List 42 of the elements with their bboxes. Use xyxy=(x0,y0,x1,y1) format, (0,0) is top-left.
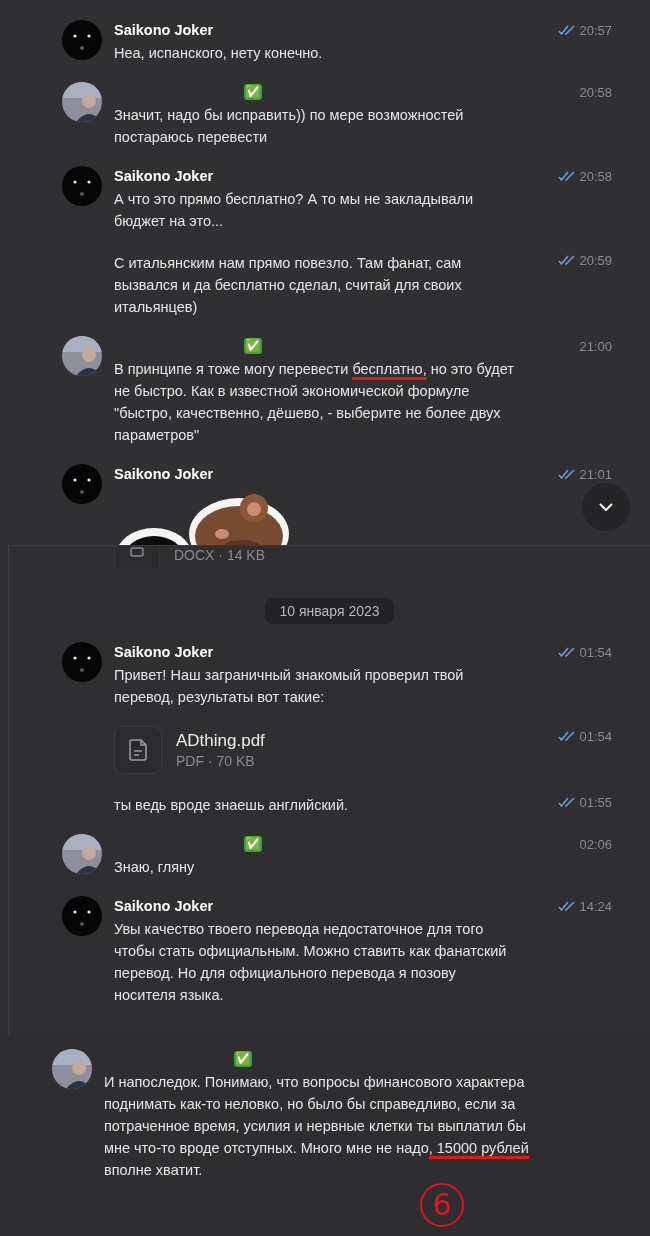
avatar[interactable] xyxy=(62,82,102,122)
verified-badge: ✅ xyxy=(244,836,262,852)
message-time: 20:57 xyxy=(579,22,612,38)
date-pill: 10 января 2023 xyxy=(265,598,394,624)
avatar[interactable] xyxy=(52,1049,92,1089)
message-time: 20:58 xyxy=(579,168,612,184)
message-text: Привет! Наш заграничный знакомый проверил твой перевод, результаты вот такие: xyxy=(114,666,465,707)
file-meta: PDF · 70 KB xyxy=(176,753,256,769)
message-text: Значит, надо бы исправить)) по мере возможностей постараюсь перевести xyxy=(114,106,465,147)
message-time: 01:54 xyxy=(579,728,612,744)
sender-name[interactable]: Saikono Joker xyxy=(114,644,214,660)
message-text: И напоследок. Понимаю, что вопросы финансового характера поднимать как-то неловко, но было бы справедливо, если за потраченное время, усилия и нервные клетки ты выплатил бы мне что-то вроде отступных. Много мне не надо, 15000 рублей вполне хватит. xyxy=(104,1073,530,1180)
message-time: 21:00 xyxy=(579,338,612,354)
message-text: Знаю, гляну xyxy=(114,858,196,877)
message-time: 20:59 xyxy=(579,252,612,268)
message-text: А что это прямо бесплатно? А то мы не закладывали бюджет на это... xyxy=(114,190,475,231)
message-time: 01:54 xyxy=(579,644,612,660)
sender-name[interactable]: Saikono Joker xyxy=(114,466,214,482)
message-text: Увы качество твоего перевода недостаточное для того чтобы стать официальным. Можно ставить как фанатский перевод. Но для официального перевода я позову носителя языка. xyxy=(114,920,508,1005)
message-time: 01:55 xyxy=(579,794,612,810)
message-time: 21:01 xyxy=(579,466,612,482)
message-time: 02:06 xyxy=(579,836,612,852)
message-text: Неа, испанского, нету конечно. xyxy=(114,44,324,63)
message-time: 20:58 xyxy=(579,84,612,100)
sender-name[interactable]: Saikono Joker xyxy=(114,898,214,914)
verified-badge: ✅ xyxy=(244,338,262,354)
file-icon[interactable] xyxy=(114,726,162,774)
file-icon[interactable] xyxy=(114,546,160,570)
message-text: В принципе я тоже могу перевести бесплатно, но это будет не быстро. Как в известной экономической формуле "быстро, качественно, дёшево, - выберите не более двух параметров" xyxy=(114,360,515,445)
avatar[interactable] xyxy=(62,336,102,376)
file-name[interactable]: ADthing.pdf xyxy=(176,731,265,751)
message-time: 14:24 xyxy=(579,898,612,914)
message-text: С итальянским нам прямо повезло. Там фанат, сам вызвался и да бесплатно сделал, считай для своих итальянцев) xyxy=(114,254,463,317)
file-meta: DOCX · 14 KB xyxy=(174,547,266,563)
chevron-down-icon xyxy=(599,503,613,511)
verified-badge: ✅ xyxy=(244,84,262,100)
verified-badge: ✅ xyxy=(234,1051,252,1067)
sender-name[interactable]: Saikono Joker xyxy=(114,22,214,38)
sender-name[interactable]: Saikono Joker xyxy=(114,168,214,184)
handwritten-annotation: 6 xyxy=(420,1183,464,1227)
message-text: ты ведь вроде знаешь английский. xyxy=(114,796,349,815)
avatar[interactable] xyxy=(62,834,102,874)
